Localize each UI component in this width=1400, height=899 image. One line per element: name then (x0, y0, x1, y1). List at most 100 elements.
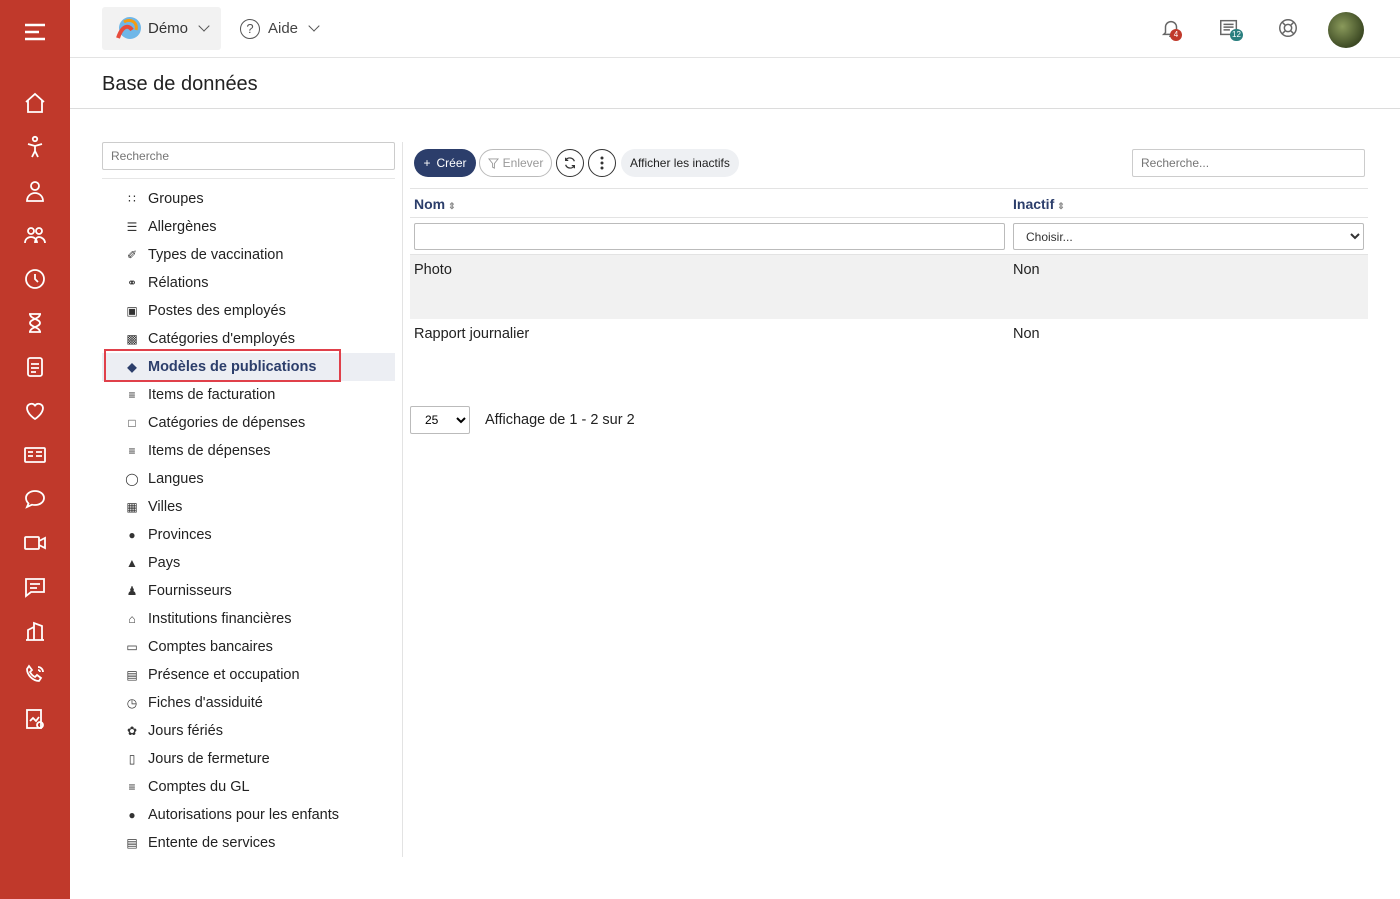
sidebar-item-label: Rélations (148, 275, 209, 291)
sidebar-item[interactable]: ≡ Items de facturation (102, 381, 395, 409)
sidebar-item[interactable]: ✐ Types de vaccination (102, 241, 395, 269)
sidebar-item[interactable]: ▦ Villes (102, 493, 395, 521)
globe-icon: ◯ (125, 472, 139, 486)
more-options-button[interactable] (588, 149, 616, 177)
sidebar-item-label: Comptes du GL (148, 779, 250, 795)
book-icon: ▤ (126, 836, 138, 850)
hourglass-icon[interactable] (20, 309, 50, 337)
filter-icon (487, 157, 499, 169)
sidebar-item-label: Pays (148, 555, 181, 571)
child-icon[interactable] (20, 133, 50, 161)
staff-icon[interactable] (20, 177, 50, 205)
page-header: Base de données (70, 59, 1400, 109)
sidebar-item[interactable]: ≡ Comptes du GL (102, 773, 395, 801)
sidebar-item-label: Villes (148, 499, 183, 515)
sidebar-item[interactable]: ⌂ Institutions financières (102, 605, 395, 633)
sidebar-item[interactable]: ▣ Postes des employés (102, 297, 395, 325)
hands-logo-icon (116, 16, 141, 39)
heart-icon[interactable] (20, 397, 50, 425)
supplier-icon: ♟ (126, 584, 138, 598)
page-size-select[interactable]: 25 (410, 406, 470, 434)
alarm-icon: ◷ (126, 696, 138, 710)
settings-sidebar (102, 142, 395, 179)
analytics-icon[interactable] (20, 705, 50, 733)
parents-icon[interactable] (20, 221, 50, 249)
table-row[interactable]: Photo Non (410, 255, 1368, 319)
help-menu[interactable]: ? Aide (240, 7, 320, 50)
sort-icon: ⇕ (448, 201, 456, 211)
sidebar-item[interactable]: □ Catégories de dépenses (102, 409, 395, 437)
message-icon[interactable] (20, 573, 50, 601)
sidebar-item[interactable]: ◯ Langues (102, 465, 395, 493)
p-circle-icon: ● (128, 528, 136, 542)
buildings-icon[interactable] (20, 617, 50, 645)
sidebar-item[interactable]: ▯ Jours de fermeture (102, 745, 395, 773)
landscape-icon: ▲ (126, 556, 138, 570)
sidebar-item[interactable]: ◷ Fiches d'assiduité (102, 689, 395, 717)
sidebar-item[interactable]: ♟ Fournisseurs (102, 577, 395, 605)
sidebar-item[interactable]: ∷ Groupes (102, 185, 395, 213)
notifications-bell-icon[interactable]: 4 (1160, 17, 1184, 41)
sidebar-item-label: Catégories d'employés (148, 331, 296, 347)
cell-inactive: Non (1013, 326, 1040, 342)
sidebar-divider (102, 178, 395, 179)
panel-divider (402, 142, 403, 857)
id-badge-icon: ▣ (126, 304, 138, 318)
report-icon[interactable] (20, 353, 50, 381)
news-icon[interactable]: 12 (1218, 17, 1243, 41)
sidebar-item-label: Items de dépenses (148, 443, 271, 459)
inactive-filter-select[interactable]: Choisir... (1013, 223, 1364, 250)
list-icon: ≡ (128, 388, 136, 402)
sidebar-item[interactable]: ▲ Pays (102, 549, 395, 577)
cell-name: Photo (414, 262, 452, 278)
allergen-icon: ☰ (126, 220, 138, 234)
people-icon: ⚭ (126, 276, 138, 290)
top-bar: Démo ? Aide 4 12 (70, 0, 1400, 58)
column-header-inactive[interactable]: Inactif ⇕ (1013, 196, 1065, 212)
folder-icon: □ (128, 416, 136, 430)
create-label: Créer (436, 156, 467, 170)
table-search-input[interactable] (1132, 149, 1365, 177)
list-icon: ≡ (128, 780, 136, 794)
support-lifebuoy-icon[interactable] (1277, 17, 1301, 41)
sidebar-item-label: Postes des employés (148, 303, 286, 319)
sidebar-item[interactable]: ≡ Items de dépenses (102, 437, 395, 465)
refresh-icon (565, 157, 575, 169)
plus-icon: + (423, 156, 431, 170)
sidebar-item[interactable]: ● Provinces (102, 521, 395, 549)
sidebar-item-label: Jours de fermeture (148, 751, 270, 767)
clock-icon[interactable] (20, 265, 50, 293)
sidebar-item[interactable]: ▭ Comptes bancaires (102, 633, 395, 661)
sidebar-item[interactable]: ☰ Allergènes (102, 213, 395, 241)
user-avatar[interactable] (1328, 12, 1364, 48)
help-circle-icon: ? (240, 18, 260, 39)
create-button[interactable]: + Créer (414, 149, 476, 177)
column-header-name[interactable]: Nom ⇕ (414, 196, 456, 212)
refresh-button[interactable] (556, 149, 584, 177)
left-nav-rail (0, 0, 70, 899)
id-card-icon[interactable] (20, 441, 50, 469)
sidebar-item-label: Fiches d'assiduité (148, 695, 263, 711)
table-row[interactable]: Rapport journalier Non (410, 319, 1368, 383)
show-inactive-button[interactable]: Afficher les inactifs (621, 149, 739, 177)
sidebar-item[interactable]: ● Autorisations pour les enfants (102, 801, 395, 829)
sidebar-item[interactable]: ▤ Entente de services (102, 829, 395, 857)
wallet-icon: ▭ (126, 640, 138, 654)
sidebar-item[interactable]: ▤ Présence et occupation (102, 661, 395, 689)
sidebar-item-label: Items de facturation (148, 387, 276, 403)
video-icon[interactable] (20, 529, 50, 557)
phone-icon[interactable] (20, 661, 50, 689)
menu-toggle-icon[interactable] (20, 18, 50, 46)
name-filter-input[interactable] (414, 223, 1005, 250)
sidebar-item[interactable]: ✿ Jours fériés (102, 717, 395, 745)
organization-selector[interactable]: Démo (102, 7, 221, 50)
chevron-down-icon (308, 20, 320, 32)
home-icon[interactable] (20, 89, 50, 117)
sidebar-item[interactable]: ⚭ Rélations (102, 269, 395, 297)
cell-name: Rapport journalier (414, 326, 530, 342)
remove-filter-button[interactable]: Enlever (479, 149, 552, 177)
sidebar-item-label: Institutions financières (148, 611, 292, 627)
chevron-down-icon (198, 20, 210, 32)
chat-icon[interactable] (20, 485, 50, 513)
sidebar-search-input[interactable] (102, 142, 395, 170)
